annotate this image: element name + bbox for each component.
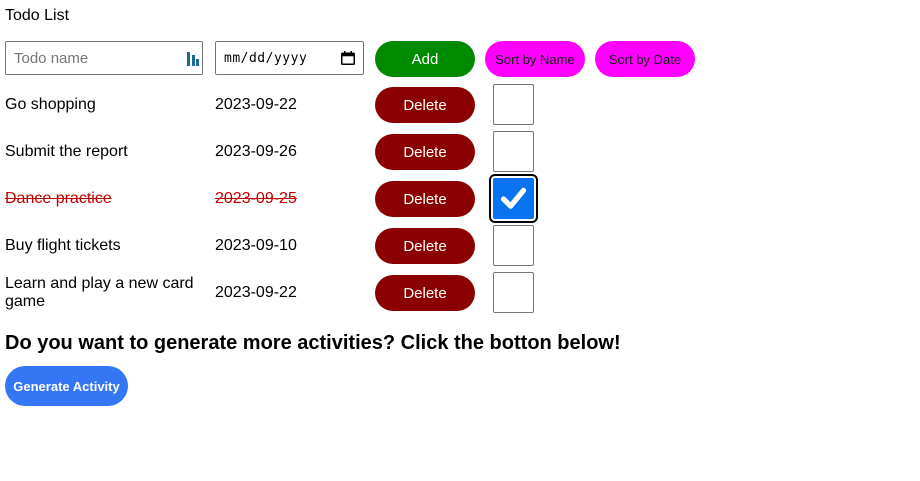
done-checkbox[interactable] (489, 174, 538, 223)
done-checkbox[interactable] (493, 131, 534, 172)
delete-button[interactable]: Delete (375, 181, 475, 217)
todo-row: Buy flight tickets 2023-09-10 Delete (0, 225, 600, 267)
todo-date-input[interactable]: mm/dd/yyyy (215, 41, 364, 75)
generate-prompt: Do you want to generate more activities?… (5, 332, 621, 354)
todo-date: 2023-09-22 (215, 284, 297, 301)
delete-button[interactable]: Delete (375, 275, 475, 311)
todo-name: Go shopping (5, 96, 96, 113)
delete-button[interactable]: Delete (375, 134, 475, 170)
sort-by-date-button[interactable]: Sort by Date (595, 41, 695, 77)
calendar-icon[interactable] (341, 51, 355, 65)
add-button[interactable]: Add (375, 41, 475, 77)
done-checkbox[interactable] (493, 272, 534, 313)
page-title: Todo List (5, 7, 70, 24)
todo-name-input[interactable] (5, 41, 203, 75)
todo-date: 2023-09-26 (215, 143, 297, 160)
todo-row: Go shopping 2023-09-22 Delete (0, 84, 600, 126)
date-placeholder: mm/dd/yyyy (224, 50, 308, 66)
delete-button[interactable]: Delete (375, 87, 475, 123)
done-checkbox[interactable] (493, 84, 534, 125)
todo-date: 2023-09-22 (215, 96, 297, 113)
delete-button[interactable]: Delete (375, 228, 475, 264)
todo-app: Todo List mm/dd/yyyy Add Sort by Name So… (0, 0, 920, 481)
sort-by-name-button[interactable]: Sort by Name (485, 41, 585, 77)
done-checkbox[interactable] (493, 225, 534, 266)
todo-name: Dance practice (5, 190, 112, 207)
todo-name: Buy flight tickets (5, 237, 121, 254)
todo-row: Submit the report 2023-09-26 Delete (0, 131, 600, 173)
todo-name: Learn and play a new card game (5, 275, 194, 310)
password-manager-icon[interactable] (187, 52, 199, 66)
todo-name: Submit the report (5, 143, 128, 160)
todo-date: 2023-09-25 (215, 190, 297, 207)
todo-date: 2023-09-10 (215, 237, 297, 254)
todo-row: Learn and play a new card game 2023-09-2… (0, 272, 600, 314)
generate-activity-button[interactable]: Generate Activity (5, 366, 128, 406)
checkmark-icon (500, 187, 527, 209)
todo-row: Dance practice 2023-09-25 Delete (0, 174, 600, 223)
